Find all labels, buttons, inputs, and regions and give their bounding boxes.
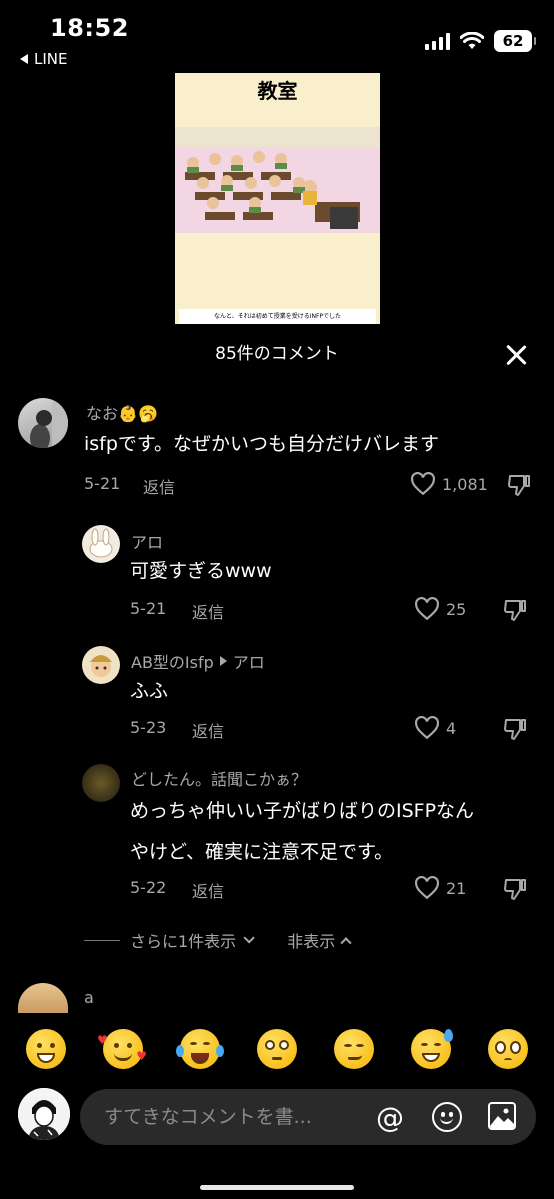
flushed-emoji-icon[interactable] bbox=[257, 1029, 297, 1069]
comment-date: 5-23 bbox=[130, 718, 167, 737]
reply-button[interactable]: 返信 bbox=[143, 474, 175, 498]
like-count: 21 bbox=[446, 878, 467, 898]
chevron-up-icon bbox=[340, 937, 352, 949]
avatar[interactable] bbox=[82, 525, 120, 563]
comment-author[interactable]: a bbox=[84, 988, 94, 1007]
like-count: 25 bbox=[446, 599, 467, 619]
comment-text-line-1: めっちゃ仲いい子がばりばりのISFPなん bbox=[130, 800, 475, 822]
back-to-app-link[interactable]: LINE bbox=[20, 50, 67, 68]
avatar[interactable] bbox=[18, 398, 68, 448]
heart-icon bbox=[415, 716, 439, 740]
classroom-illustration bbox=[175, 127, 380, 233]
sweat-smile-emoji-icon[interactable] bbox=[411, 1029, 453, 1069]
comment-author-name: なお bbox=[86, 404, 119, 423]
dislike-icon[interactable] bbox=[506, 472, 532, 498]
avatar[interactable] bbox=[82, 764, 120, 802]
comment-author[interactable]: AB型のIsfp アロ bbox=[131, 649, 265, 673]
back-app-label: LINE bbox=[34, 50, 68, 68]
tears-of-joy-emoji-icon[interactable] bbox=[176, 1029, 224, 1069]
smiling-hearts-emoji-icon[interactable]: ♥ ♥ bbox=[97, 1029, 147, 1069]
battery-indicator: 62 bbox=[494, 30, 536, 52]
dislike-icon[interactable] bbox=[502, 597, 528, 623]
chevron-down-icon bbox=[243, 932, 255, 944]
comment-text: isfpです。なぜかいつも自分だけバレます bbox=[84, 433, 440, 455]
reply-to-name: アロ bbox=[232, 653, 265, 672]
comment-date: 5-21 bbox=[84, 474, 121, 493]
wifi-icon bbox=[460, 32, 484, 49]
image-attach-icon[interactable] bbox=[488, 1102, 516, 1130]
comment-author[interactable]: どしたん。話聞こかぁ？ bbox=[131, 766, 307, 790]
comment-input[interactable] bbox=[104, 1089, 364, 1145]
comment-text-line-2: やけど、確実に注意不足です。 bbox=[130, 841, 394, 863]
video-title: 教室 bbox=[257, 79, 298, 103]
comment-input-container: @ bbox=[80, 1089, 536, 1145]
reply-button[interactable]: 返信 bbox=[192, 718, 224, 742]
like-button[interactable]: 21 bbox=[414, 876, 466, 900]
show-more-replies-button[interactable]: さらに1件表示 bbox=[130, 928, 255, 952]
replies-toggle-row: さらに1件表示 非表示 bbox=[84, 928, 352, 952]
comment-author-name: AB型のIsfp bbox=[131, 653, 214, 672]
smirk-emoji-icon[interactable] bbox=[334, 1029, 374, 1069]
back-arrow-icon bbox=[20, 54, 28, 64]
comment-text: ふふ bbox=[130, 680, 169, 702]
dislike-icon[interactable] bbox=[502, 716, 528, 742]
comment-input-bar: @ bbox=[0, 1084, 554, 1154]
dislike-icon[interactable] bbox=[502, 876, 528, 902]
comment-author[interactable]: なお👶🥱 bbox=[86, 400, 158, 424]
comment-date: 5-21 bbox=[130, 599, 167, 618]
video-thumbnail[interactable]: 教室 なんと、それは初めて授業を受けるINFPでした bbox=[175, 73, 380, 324]
hide-label: 非表示 bbox=[287, 932, 336, 951]
like-button[interactable]: 25 bbox=[414, 597, 466, 621]
comment-text: 可愛すぎるwww bbox=[130, 560, 272, 582]
my-avatar[interactable] bbox=[18, 1088, 70, 1140]
hide-replies-button[interactable]: 非表示 bbox=[287, 928, 352, 952]
status-icons: 62 bbox=[425, 30, 536, 52]
reply-button[interactable]: 返信 bbox=[192, 599, 224, 623]
show-more-label: さらに1件表示 bbox=[130, 932, 237, 951]
status-bar: 18:52 LINE 62 bbox=[0, 0, 554, 74]
comment-author[interactable]: アロ bbox=[131, 529, 163, 553]
avatar[interactable] bbox=[82, 646, 120, 684]
close-comments-button[interactable] bbox=[504, 343, 528, 367]
like-count: 4 bbox=[446, 718, 457, 738]
emoji-quick-bar: ♥ ♥ bbox=[0, 1020, 554, 1078]
mention-icon[interactable]: @ bbox=[376, 1101, 404, 1134]
like-count: 1,081 bbox=[442, 474, 488, 494]
grin-emoji-icon[interactable] bbox=[26, 1029, 66, 1069]
author-emoji: 👶🥱 bbox=[118, 404, 158, 423]
home-indicator[interactable] bbox=[200, 1185, 354, 1190]
emoji-picker-icon[interactable] bbox=[432, 1102, 462, 1132]
heart-icon bbox=[415, 597, 439, 621]
cellular-signal-icon bbox=[425, 32, 450, 50]
heart-icon bbox=[415, 876, 439, 900]
heart-icon bbox=[411, 472, 435, 496]
video-caption: なんと、それは初めて授業を受けるINFPでした bbox=[179, 309, 376, 324]
comments-count: 85件のコメント bbox=[215, 344, 339, 364]
pleading-emoji-icon[interactable] bbox=[488, 1029, 528, 1069]
like-button[interactable]: 1,081 bbox=[410, 472, 488, 496]
status-time: 18:52 bbox=[50, 14, 129, 42]
reply-button[interactable]: 返信 bbox=[192, 878, 224, 902]
reply-arrow-icon bbox=[219, 656, 227, 666]
comment-date: 5-22 bbox=[130, 878, 167, 897]
like-button[interactable]: 4 bbox=[414, 716, 456, 740]
divider-line bbox=[84, 939, 120, 941]
avatar[interactable] bbox=[18, 983, 68, 1013]
